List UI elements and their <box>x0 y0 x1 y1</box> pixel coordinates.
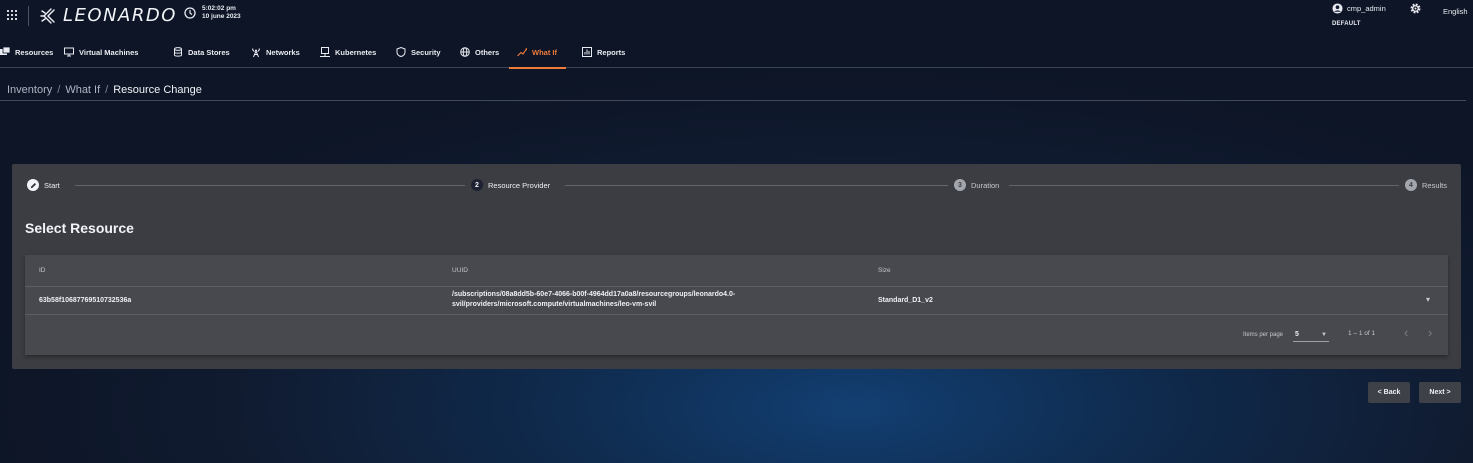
breadcrumb-separator: / <box>105 84 109 96</box>
brand-logo[interactable]: LEONARDO <box>39 5 177 26</box>
step-connector <box>565 185 948 186</box>
trend-icon <box>517 48 527 57</box>
paginator: Items per page 5 ▼ 1 – 1 of 1 ‹ › <box>25 315 1448 355</box>
server-stack-icon <box>0 47 10 55</box>
shield-icon <box>396 47 406 57</box>
breadcrumb-current: Resource Change <box>113 84 202 96</box>
column-header-id[interactable]: ID <box>39 267 46 274</box>
nav-security[interactable]: Security <box>396 36 441 68</box>
tenant-label: DEFAULT <box>1332 21 1361 27</box>
breadcrumb-inventory[interactable]: Inventory <box>7 84 52 96</box>
nav-virtual-machines[interactable]: Virtual Machines <box>64 36 138 68</box>
step-label: Start <box>44 180 60 190</box>
step-start[interactable]: Start <box>27 179 60 191</box>
apps-grid-icon[interactable] <box>7 10 17 20</box>
column-header-uuid[interactable]: UUID <box>452 267 468 274</box>
nav-reports[interactable]: Reports <box>582 36 625 68</box>
previous-page-icon[interactable]: ‹ <box>1404 325 1408 340</box>
nav-resources[interactable]: Resources <box>0 36 53 68</box>
cell-size: Standard_D1_v2 <box>878 297 933 304</box>
cluster-icon <box>320 47 330 57</box>
column-header-size[interactable]: Size <box>878 267 891 274</box>
next-button[interactable]: Next > <box>1419 382 1461 403</box>
stepper: Start 2 Resource Provider 3 Duration 4 R… <box>12 164 1461 208</box>
globe-icon <box>460 47 470 57</box>
monitor-icon <box>64 47 74 57</box>
step-connector <box>1009 185 1399 186</box>
table-row[interactable]: 63b58f10687769510732536a /subscriptions/… <box>25 287 1448 315</box>
edit-pencil-icon <box>27 179 39 191</box>
chevron-down-icon[interactable]: ▾ <box>1426 295 1430 304</box>
breadcrumb-divider <box>0 100 1466 101</box>
user-avatar-icon <box>1332 3 1343 14</box>
table-header: ID UUID Size <box>25 255 1448 287</box>
language-selector[interactable]: English <box>1443 7 1468 16</box>
step-label: Duration <box>971 180 1000 190</box>
antenna-icon <box>252 48 260 57</box>
step-resource-provider[interactable]: 2 Resource Provider <box>471 179 550 191</box>
wizard-card: Start 2 Resource Provider 3 Duration 4 R… <box>12 164 1461 369</box>
settings-gear-icon[interactable] <box>1409 2 1422 15</box>
nav-kubernetes[interactable]: Kubernetes <box>320 36 376 68</box>
report-icon <box>582 47 592 57</box>
step-number: 3 <box>954 179 966 191</box>
section-title: Select Resource <box>25 220 134 236</box>
nav-what-if[interactable]: What If <box>509 36 566 69</box>
clock: 5:02:02 pm 10 june 2023 <box>184 5 241 21</box>
step-number: 4 <box>1405 179 1417 191</box>
page-size-select[interactable]: 5 ▼ <box>1293 328 1329 342</box>
top-bar: LEONARDO 5:02:02 pm 10 june 2023 cmp_adm… <box>0 0 1473 34</box>
user-menu[interactable]: cmp_admin DEFAULT <box>1332 3 1386 27</box>
cell-uuid: /subscriptions/08a8dd5b-60e7-4066-b00f-4… <box>452 291 736 308</box>
breadcrumb-what-if[interactable]: What If <box>65 84 100 96</box>
step-label: Results <box>1422 180 1448 190</box>
page-range-label: 1 – 1 of 1 <box>1348 330 1376 337</box>
clock-icon <box>184 7 196 19</box>
back-button[interactable]: < Back <box>1368 382 1410 403</box>
breadcrumb-separator: / <box>57 84 61 96</box>
nav-networks[interactable]: Networks <box>251 36 300 68</box>
database-icon <box>174 47 182 57</box>
resource-table: ID UUID Size 63b58f10687769510732536a /s… <box>25 255 1448 355</box>
step-number: 2 <box>471 179 483 191</box>
step-connector <box>75 185 465 186</box>
leonardo-mark-icon <box>40 7 55 24</box>
nav-others[interactable]: Others <box>460 36 499 68</box>
step-label: Resource Provider <box>488 180 551 190</box>
next-page-icon[interactable]: › <box>1428 325 1432 340</box>
brand-name: LEONARDO <box>63 5 177 26</box>
clock-date: 10 june 2023 <box>202 13 241 20</box>
step-duration[interactable]: 3 Duration <box>954 179 999 191</box>
cell-id: 63b58f10687769510732536a <box>39 297 132 304</box>
dropdown-caret-icon: ▼ <box>1321 332 1327 338</box>
user-name: cmp_admin <box>1347 4 1386 13</box>
nav-data-stores[interactable]: Data Stores <box>173 36 230 68</box>
items-per-page-label: Items per page <box>1243 332 1284 338</box>
breadcrumb: Inventory / What If / Resource Change <box>7 84 202 96</box>
step-results[interactable]: 4 Results <box>1405 179 1447 191</box>
main-nav: Resources Virtual Machines Data Stores N… <box>0 36 1473 69</box>
header-divider <box>28 6 29 26</box>
clock-time: 5:02:02 pm <box>202 5 236 12</box>
